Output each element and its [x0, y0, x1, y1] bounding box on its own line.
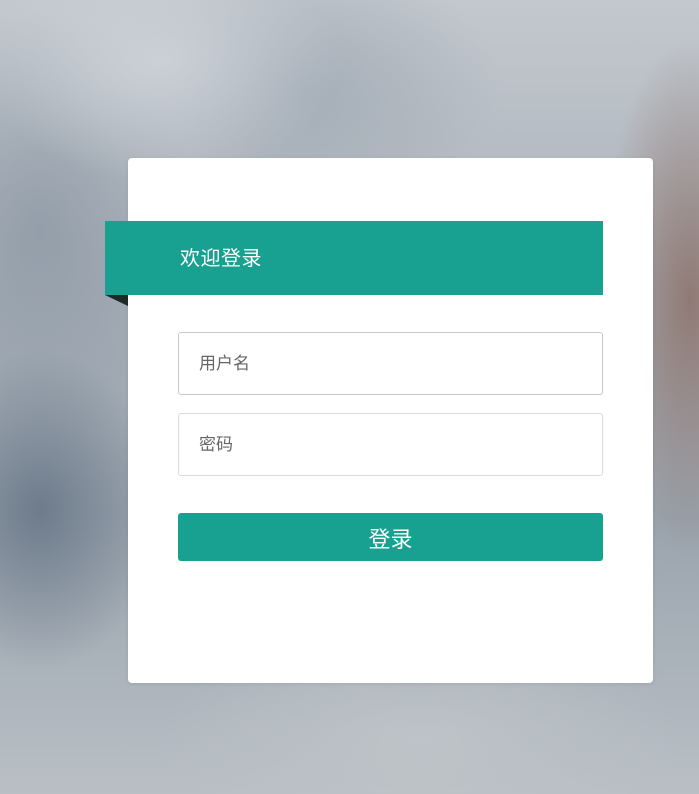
- password-input[interactable]: [179, 414, 602, 475]
- login-title: 欢迎登录: [180, 246, 262, 270]
- username-field-wrapper: [178, 332, 603, 395]
- ribbon-fold: [105, 295, 128, 306]
- login-button[interactable]: 登录: [178, 513, 603, 561]
- username-input[interactable]: [179, 333, 602, 394]
- login-header-ribbon: 欢迎登录: [105, 221, 603, 295]
- password-field-wrapper: [178, 413, 603, 476]
